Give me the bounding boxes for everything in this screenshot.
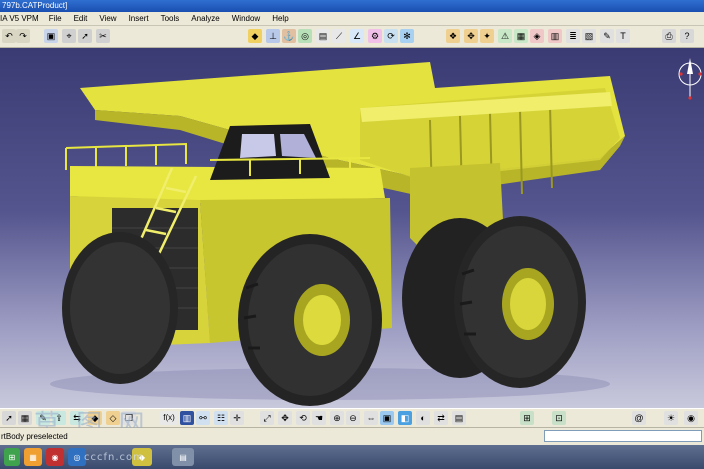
swap-icon[interactable]: ⇄ [434, 411, 448, 425]
bom2-icon[interactable]: ▧ [582, 29, 596, 43]
menu-tools[interactable]: Tools [161, 12, 180, 26]
camera-icon[interactable]: ◉ [684, 411, 698, 425]
section-icon[interactable]: ▦ [514, 29, 528, 43]
pan-icon[interactable]: ✥ [278, 411, 292, 425]
component-icon[interactable]: ❖ [446, 29, 460, 43]
text-icon[interactable]: T [616, 29, 630, 43]
menu-view[interactable]: View [99, 12, 116, 26]
fix-icon[interactable]: ⚓ [282, 29, 296, 43]
3d-viewport[interactable] [0, 48, 704, 408]
menu-analyze[interactable]: Analyze [191, 12, 219, 26]
select-mode-icon[interactable]: ➚ [2, 411, 16, 425]
grid-icon[interactable]: ▦ [18, 411, 32, 425]
watermark-text: cccfn.com [84, 452, 144, 463]
compass-icon[interactable] [676, 54, 704, 100]
update-icon[interactable]: ⟳ [384, 29, 398, 43]
move-icon[interactable]: ✥ [464, 29, 478, 43]
iso-view-icon[interactable]: ▣ [380, 411, 394, 425]
bom-icon[interactable]: ≣ [566, 29, 580, 43]
print-icon[interactable]: ⎙ [662, 29, 676, 43]
menu-file[interactable]: File [49, 12, 62, 26]
status-message: rtBody preselected [1, 432, 68, 441]
media-icon[interactable]: ◉ [46, 448, 64, 466]
scene-icon[interactable]: ◈ [530, 29, 544, 43]
new-icon[interactable]: ▣ [44, 29, 58, 43]
coincidence-icon[interactable]: ◎ [298, 29, 312, 43]
tree-icon[interactable]: ⚯ [196, 411, 210, 425]
folder-icon[interactable]: ▦ [24, 448, 42, 466]
part-icon[interactable]: ◆ [248, 29, 262, 43]
redo-icon[interactable]: ↷ [16, 29, 30, 43]
command-input[interactable] [544, 430, 702, 442]
measure-item-icon[interactable]: ⊞ [520, 411, 534, 425]
snap-icon[interactable]: ⌖ [62, 29, 76, 43]
menu-insert[interactable]: Insert [129, 12, 149, 26]
explode-icon[interactable]: ✦ [480, 29, 494, 43]
window-task-icon[interactable]: ▤ [172, 448, 194, 466]
undo-icon[interactable]: ↶ [2, 29, 16, 43]
select-icon[interactable]: ➚ [78, 29, 92, 43]
start-icon[interactable]: ⊞ [4, 448, 20, 466]
light-icon[interactable]: ☀ [664, 411, 678, 425]
normal-view-icon[interactable]: ⇔ [364, 411, 378, 425]
annotation-icon[interactable]: ✎ [600, 29, 614, 43]
render-icon[interactable]: @ [632, 411, 646, 425]
title-bar: 797b.CATProduct] [0, 0, 704, 12]
rotate-icon[interactable]: ⟲ [296, 411, 310, 425]
clash-icon[interactable]: ⚠ [498, 29, 512, 43]
menu-edit[interactable]: Edit [74, 12, 88, 26]
product-icon[interactable]: ✻ [400, 29, 414, 43]
formula-icon[interactable]: f(x) [160, 411, 178, 425]
analysis-icon[interactable]: ⊡ [552, 411, 566, 425]
hide-show-icon[interactable]: ◐ [416, 411, 430, 425]
menu-window[interactable]: Window [232, 12, 260, 26]
app-label: IA V5 VPM [0, 13, 39, 23]
contact-icon[interactable]: ▤ [316, 29, 330, 43]
fly-icon[interactable]: ▥ [180, 411, 194, 425]
menu-bar: IA V5 VPM File Edit View Insert Tools An… [0, 12, 704, 26]
truck-model[interactable] [0, 48, 704, 408]
status-bar: rtBody preselected [0, 428, 704, 445]
constraint-icon[interactable]: ⊥ [266, 29, 280, 43]
measure-icon[interactable]: ⚙ [368, 29, 382, 43]
top-toolbar: ↶ ↷ ▣ ⌖ ➚ ✂ ◆ ⊥ ⚓ ◎ ▤ ⟋ ∠ ⚙ ⟳ ✻ ❖ ✥ ✦ ⚠ … [0, 26, 704, 48]
offset-icon[interactable]: ⟋ [332, 29, 346, 43]
hand-icon[interactable]: ☚ [312, 411, 326, 425]
fit-all-icon[interactable]: ⤢ [260, 411, 274, 425]
angle-icon[interactable]: ∠ [350, 29, 364, 43]
zoom-out-icon[interactable]: ⊖ [346, 411, 360, 425]
spec-icon[interactable]: ☷ [214, 411, 228, 425]
cut-icon[interactable]: ✂ [96, 29, 110, 43]
shading-icon[interactable]: ◧ [398, 411, 412, 425]
menu-help[interactable]: Help [272, 12, 288, 26]
zoom-in-icon[interactable]: ⊕ [330, 411, 344, 425]
material-icon[interactable]: ▤ [452, 411, 466, 425]
catalog-icon[interactable]: ▥ [548, 29, 562, 43]
center-icon[interactable]: ✛ [230, 411, 244, 425]
help-icon[interactable]: ? [680, 29, 694, 43]
window-title: 797b.CATProduct] [2, 1, 68, 10]
